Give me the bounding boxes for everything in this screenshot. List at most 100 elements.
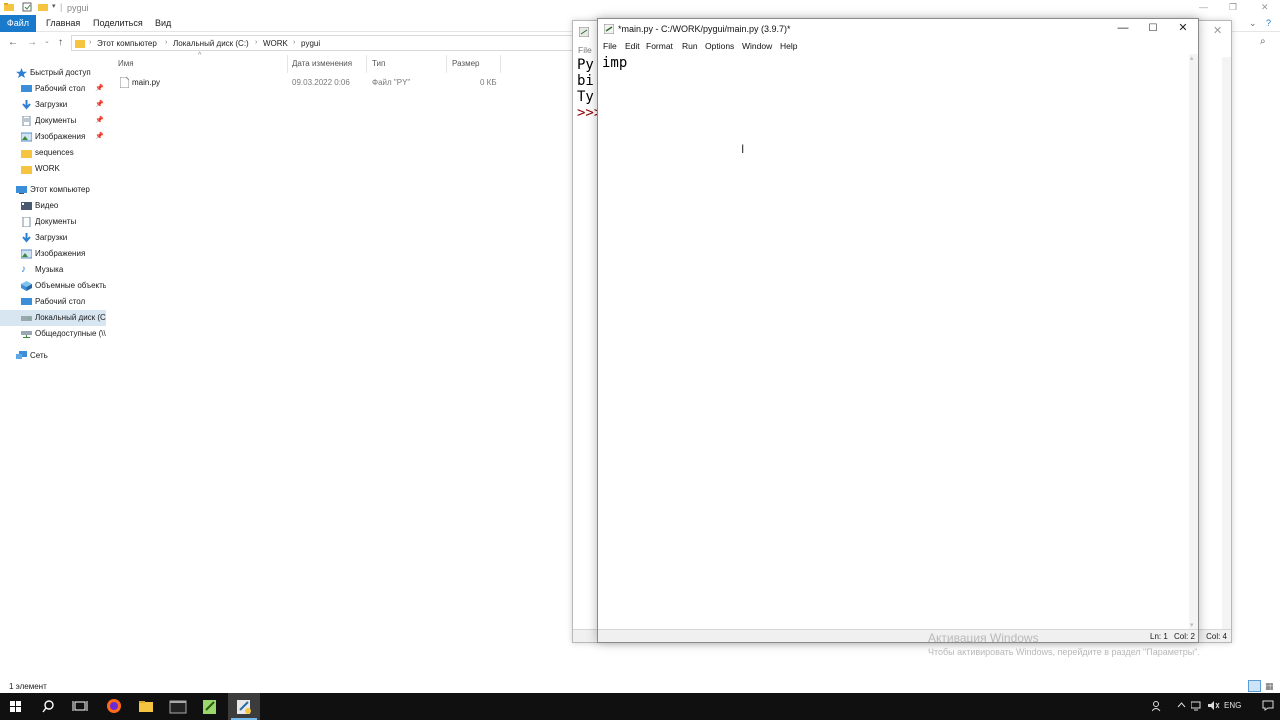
nav-label: Музыка xyxy=(35,265,64,274)
idle-taskbar-icon[interactable] xyxy=(228,693,260,720)
search-icon[interactable] xyxy=(32,693,64,720)
nav-item-sequences[interactable]: sequences xyxy=(0,145,106,161)
address-bar[interactable]: › Этот компьютер › Локальный диск (C:) ›… xyxy=(71,35,576,51)
nav-this-pc[interactable]: Этот компьютер xyxy=(0,182,106,198)
shell-scrollbar[interactable] xyxy=(1222,57,1231,629)
navigation-pane: Быстрый доступ Рабочий стол 📌 Загрузки 📌… xyxy=(0,62,106,362)
menu-help[interactable]: Help xyxy=(780,41,797,51)
pin-icon[interactable]: 📌 xyxy=(95,116,104,124)
scroll-up-icon[interactable]: ▴ xyxy=(1190,54,1194,62)
editor-title-bar[interactable]: *main.py - C:/WORK/pygui/main.py (3.9.7)… xyxy=(598,19,1198,38)
restore-icon[interactable]: ❐ xyxy=(1229,2,1237,13)
nav-item-pc-downloads[interactable]: Загрузки xyxy=(0,230,106,246)
notifications-icon[interactable] xyxy=(1262,700,1274,711)
menu-file[interactable]: File xyxy=(603,41,617,51)
nav-item-3d-objects[interactable]: Объемные объекты xyxy=(0,278,106,294)
breadcrumb-this-pc[interactable]: Этот компьютер xyxy=(97,39,157,48)
close-icon[interactable]: ✕ xyxy=(1168,19,1198,38)
ribbon-tab-share[interactable]: Поделиться xyxy=(93,18,143,28)
nav-item-video[interactable]: Видео xyxy=(0,198,106,214)
editor-title: *main.py - C:/WORK/pygui/main.py (3.9.7)… xyxy=(618,24,791,34)
scroll-down-icon[interactable]: ▾ xyxy=(1190,621,1194,629)
new-folder-icon[interactable] xyxy=(38,2,48,12)
nav-item-music[interactable]: ♪ Музыка xyxy=(0,262,106,278)
nav-item-desktop[interactable]: Рабочий стол 📌 xyxy=(0,81,106,97)
ribbon-tab-file[interactable]: Файл xyxy=(0,15,36,32)
file-date: 09.03.2022 0:06 xyxy=(292,78,350,87)
nav-item-public-share[interactable]: Общедоступные (\\ xyxy=(0,326,106,342)
large-icons-view-icon[interactable]: ▦ xyxy=(1265,681,1274,692)
pin-icon[interactable]: 📌 xyxy=(95,100,104,108)
menu-run[interactable]: Run xyxy=(682,41,698,51)
column-divider[interactable] xyxy=(500,55,501,73)
explorer-title: pygui xyxy=(67,3,89,13)
folder-icon xyxy=(75,39,85,48)
shell-menu-file[interactable]: File xyxy=(578,45,592,55)
explorer-status-bar: 1 элемент ▦ xyxy=(0,680,1280,693)
shell-close-icon[interactable]: ✕ xyxy=(1213,24,1222,37)
document-icon xyxy=(21,116,32,126)
column-header-name[interactable]: Имя xyxy=(118,59,134,68)
minimize-icon[interactable]: — xyxy=(1199,2,1208,12)
column-header-size[interactable]: Размер xyxy=(452,59,480,68)
firefox-icon[interactable] xyxy=(98,693,130,720)
notepad-plus-icon[interactable] xyxy=(194,693,226,720)
column-header-date[interactable]: Дата изменения xyxy=(292,59,352,68)
tray-chevron-icon[interactable] xyxy=(1177,700,1186,709)
back-arrow-icon[interactable]: ← xyxy=(8,37,18,48)
ribbon-expand-icon[interactable]: ⌄ xyxy=(1249,18,1257,29)
people-icon[interactable] xyxy=(1152,700,1163,712)
idle-editor-window[interactable]: *main.py - C:/WORK/pygui/main.py (3.9.7)… xyxy=(597,18,1199,643)
menu-format[interactable]: Format xyxy=(646,41,673,51)
menu-edit[interactable]: Edit xyxy=(625,41,640,51)
network-status-icon[interactable] xyxy=(1191,701,1202,711)
nav-item-downloads[interactable]: Загрузки 📌 xyxy=(0,97,106,113)
file-explorer-taskbar-icon[interactable] xyxy=(130,693,162,720)
table-row[interactable]: main.py 09.03.2022 0:06 Файл "PY" 0 КБ xyxy=(110,75,510,89)
quick-access-dropdown-icon[interactable]: ▾ xyxy=(52,2,56,10)
computer-icon xyxy=(16,185,27,195)
column-header-type[interactable]: Тип xyxy=(372,59,385,68)
nav-item-pc-desktop[interactable]: Рабочий стол xyxy=(0,294,106,310)
minimize-icon[interactable]: — xyxy=(1108,19,1138,38)
editor-scrollbar[interactable]: ▴ ▾ xyxy=(1189,54,1198,629)
help-icon[interactable]: ? xyxy=(1266,18,1271,28)
nav-item-pc-documents[interactable]: Документы xyxy=(0,214,106,230)
terminal-icon[interactable] xyxy=(162,693,194,720)
volume-icon[interactable] xyxy=(1208,700,1220,711)
start-button[interactable] xyxy=(0,693,32,720)
column-divider[interactable] xyxy=(446,55,447,73)
menu-options[interactable]: Options xyxy=(705,41,734,51)
up-arrow-icon[interactable]: ↑ xyxy=(58,37,63,48)
maximize-icon[interactable]: ☐ xyxy=(1138,19,1168,38)
drive-icon xyxy=(21,313,32,323)
close-icon[interactable]: ✕ xyxy=(1261,2,1269,13)
nav-item-pictures[interactable]: Изображения 📌 xyxy=(0,129,106,145)
details-view-icon[interactable] xyxy=(1248,680,1261,692)
search-icon[interactable]: ⌕ xyxy=(1260,36,1266,47)
ribbon-tab-view[interactable]: Вид xyxy=(155,18,171,28)
column-divider[interactable] xyxy=(287,55,288,73)
breadcrumb-work[interactable]: WORK xyxy=(263,39,288,48)
column-divider[interactable] xyxy=(366,55,367,73)
nav-network[interactable]: Сеть xyxy=(0,348,106,364)
nav-quick-access[interactable]: Быстрый доступ xyxy=(0,65,106,81)
pin-icon[interactable]: 📌 xyxy=(95,132,104,140)
nav-item-pc-pictures[interactable]: Изображения xyxy=(0,246,106,262)
task-view-icon[interactable] xyxy=(64,693,96,720)
desktop-icon xyxy=(21,297,32,307)
menu-window[interactable]: Window xyxy=(742,41,772,51)
pin-icon[interactable]: 📌 xyxy=(95,84,104,92)
star-icon xyxy=(16,68,27,78)
breadcrumb-local-disk[interactable]: Локальный диск (C:) xyxy=(173,39,249,48)
properties-icon[interactable] xyxy=(22,2,32,12)
nav-item-work[interactable]: WORK xyxy=(0,161,106,177)
code-editor-area[interactable]: imp I xyxy=(598,54,1189,629)
forward-arrow-icon[interactable]: → xyxy=(27,37,37,48)
breadcrumb-pygui[interactable]: pygui xyxy=(301,39,320,48)
language-indicator[interactable]: ENG xyxy=(1224,701,1241,710)
ribbon-tab-home[interactable]: Главная xyxy=(46,18,80,28)
recent-dropdown-icon[interactable]: ⌄ xyxy=(44,37,50,45)
nav-item-local-disk[interactable]: Локальный диск (C:) xyxy=(0,310,106,326)
nav-item-documents[interactable]: Документы 📌 xyxy=(0,113,106,129)
